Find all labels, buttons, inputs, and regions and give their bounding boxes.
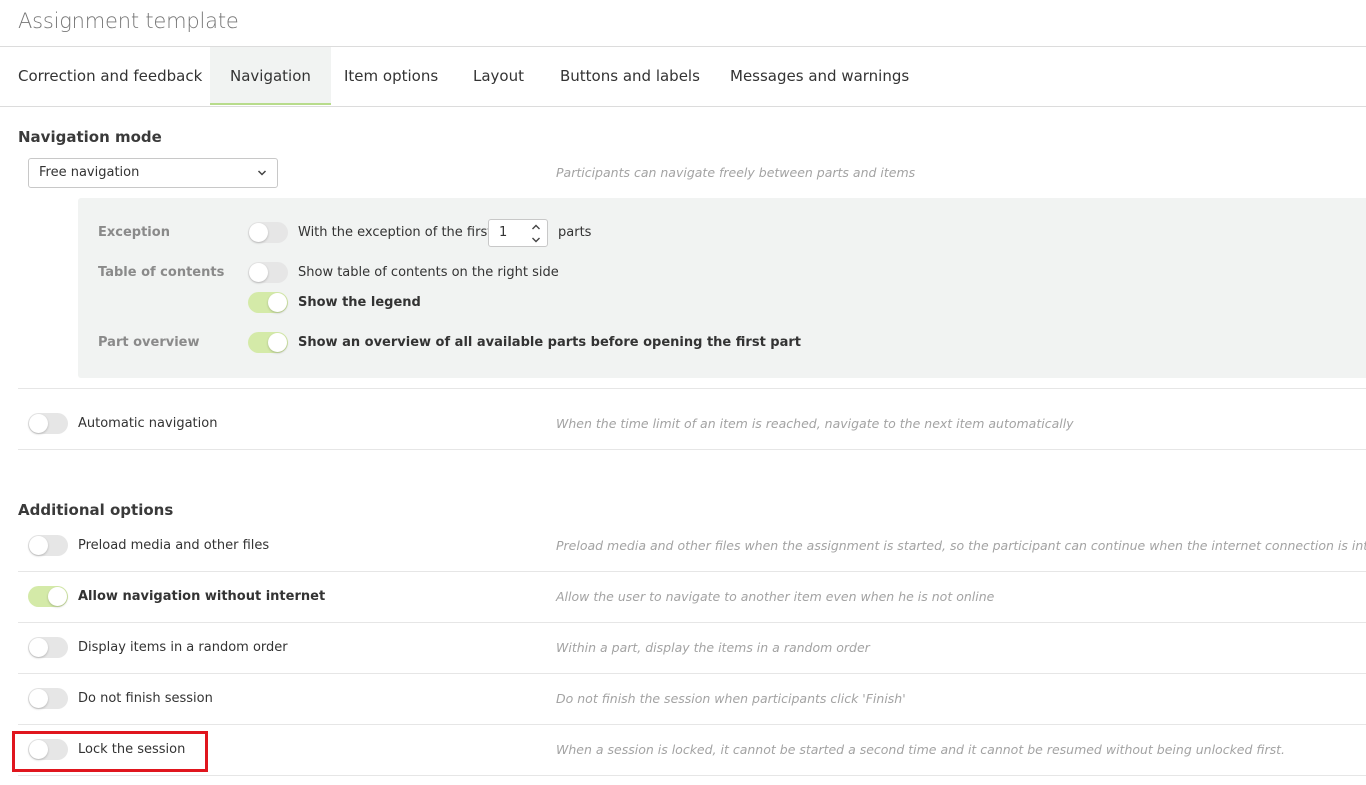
exception-suffix: parts xyxy=(558,225,592,240)
divider xyxy=(18,724,1366,725)
part-overview-label: Part overview xyxy=(98,335,200,350)
tab-navigation[interactable]: Navigation xyxy=(210,47,331,105)
exception-label: Exception xyxy=(98,225,170,240)
automatic-navigation-label: Automatic navigation xyxy=(78,416,218,431)
show-legend-toggle[interactable] xyxy=(248,292,288,313)
part-overview-text: Show an overview of all available parts … xyxy=(298,335,802,350)
additional-options-heading: Additional options xyxy=(18,501,174,519)
navigation-mode-select[interactable]: Free navigation xyxy=(28,158,278,188)
page-title: Assignment template xyxy=(18,9,239,33)
divider xyxy=(18,775,1366,776)
lock-session-hint: When a session is locked, it cannot be s… xyxy=(556,742,1286,757)
chevron-down-icon xyxy=(257,159,267,198)
divider xyxy=(18,622,1366,623)
table-of-contents-label: Table of contents xyxy=(98,265,225,280)
preload-media-toggle[interactable] xyxy=(28,535,68,556)
page-header: Assignment template xyxy=(0,0,1366,47)
automatic-navigation-hint: When the time limit of an item is reache… xyxy=(556,416,1074,431)
part-overview-toggle[interactable] xyxy=(248,332,288,353)
do-not-finish-session-label: Do not finish session xyxy=(78,691,213,706)
exception-count-value: 1 xyxy=(499,225,508,240)
table-of-contents-text: Show table of contents on the right side xyxy=(298,265,559,280)
allow-navigation-without-internet-toggle[interactable] xyxy=(28,586,68,607)
random-order-hint: Within a part, display the items in a ra… xyxy=(556,640,870,655)
divider xyxy=(18,449,1366,450)
table-of-contents-toggle[interactable] xyxy=(248,262,288,283)
allow-navigation-without-internet-label: Allow navigation without internet xyxy=(78,589,326,604)
divider xyxy=(18,673,1366,674)
do-not-finish-session-hint: Do not finish the session when participa… xyxy=(556,691,906,706)
show-legend-text: Show the legend xyxy=(298,295,421,310)
automatic-navigation-toggle[interactable] xyxy=(28,413,68,434)
divider xyxy=(18,388,1366,389)
tab-layout[interactable]: Layout xyxy=(473,47,524,105)
tab-buttons-and-labels[interactable]: Buttons and labels xyxy=(560,47,700,105)
preload-media-hint: Preload media and other files when the a… xyxy=(556,538,1366,553)
allow-navigation-without-internet-hint: Allow the user to navigate to another it… xyxy=(556,589,995,604)
spinner-arrows-icon[interactable] xyxy=(531,220,541,246)
do-not-finish-session-toggle[interactable] xyxy=(28,688,68,709)
tab-messages-and-warnings[interactable]: Messages and warnings xyxy=(730,47,909,105)
navigation-mode-heading: Navigation mode xyxy=(18,128,162,146)
exception-toggle[interactable] xyxy=(248,222,288,243)
preload-media-label: Preload media and other files xyxy=(78,538,270,553)
tab-bar: Correction and feedback Navigation Item … xyxy=(0,47,1366,107)
random-order-label: Display items in a random order xyxy=(78,640,288,655)
exception-count-stepper[interactable]: 1 xyxy=(488,219,548,247)
divider xyxy=(18,571,1366,572)
tab-item-options[interactable]: Item options xyxy=(344,47,438,105)
exception-text: With the exception of the first xyxy=(298,225,493,240)
highlight-box xyxy=(12,731,208,772)
random-order-toggle[interactable] xyxy=(28,637,68,658)
tab-correction-and-feedback[interactable]: Correction and feedback xyxy=(18,47,202,105)
navigation-mode-select-value: Free navigation xyxy=(39,165,140,180)
navigation-mode-hint: Participants can navigate freely between… xyxy=(556,165,916,180)
